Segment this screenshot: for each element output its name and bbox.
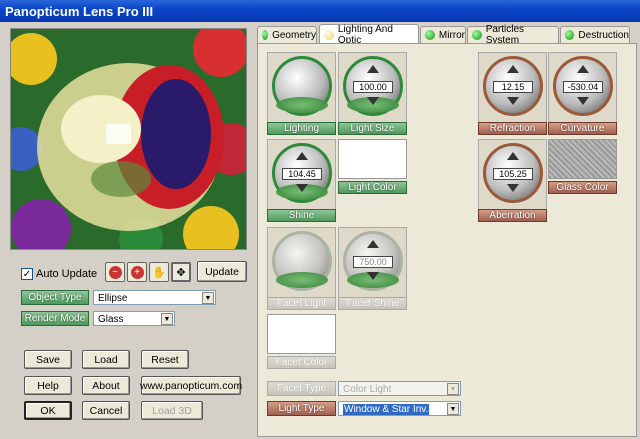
leaf-icon xyxy=(276,97,328,113)
arrow-down-icon[interactable] xyxy=(577,97,589,105)
facet-type-label: Facet Type xyxy=(267,381,336,396)
light-type-value: Window & Star Inv. xyxy=(343,404,430,415)
light-size-label: Light Size xyxy=(338,122,407,135)
leaf-icon xyxy=(276,272,328,288)
save-button[interactable]: Save xyxy=(24,350,72,369)
light-color-swatch[interactable] xyxy=(338,139,407,179)
shine-label: Shine xyxy=(267,209,336,222)
zoom-out-icon[interactable]: − xyxy=(105,262,125,282)
move-icon[interactable]: ✥ xyxy=(171,262,191,282)
light-color-label: Light Color xyxy=(338,181,407,194)
about-button[interactable]: About xyxy=(82,376,130,395)
arrow-up-icon[interactable] xyxy=(296,152,308,160)
facet-type-select: Color Light ▼ xyxy=(338,381,461,396)
refraction-value[interactable]: 12.15 xyxy=(493,81,533,93)
lighting-label: Lighting xyxy=(267,122,336,135)
status-dot-icon xyxy=(262,30,269,40)
arrow-down-icon[interactable] xyxy=(507,184,519,192)
reset-button[interactable]: Reset xyxy=(141,350,189,369)
shine-dial[interactable]: 104.45 xyxy=(267,139,336,217)
tab-label: Geometry xyxy=(272,29,316,41)
preview-image xyxy=(11,29,246,249)
auto-update-checkbox[interactable]: ✓ xyxy=(21,268,33,280)
aberration-dial[interactable]: 105.25 xyxy=(478,139,547,217)
chevron-down-icon: ▼ xyxy=(447,383,459,395)
object-type-label: Object Type xyxy=(21,290,89,305)
help-button[interactable]: Help xyxy=(24,376,72,395)
load-3d-button: Load 3D xyxy=(141,401,203,420)
tab-label: Destruction xyxy=(578,29,629,41)
arrow-down-icon xyxy=(367,272,379,280)
zoom-in-icon[interactable]: + xyxy=(127,262,147,282)
facet-shine-value: 750.00 xyxy=(353,256,393,268)
update-button[interactable]: Update xyxy=(197,261,247,282)
shine-value[interactable]: 104.45 xyxy=(282,168,322,180)
chevron-down-icon[interactable]: ▼ xyxy=(202,292,214,304)
tab-particles-system[interactable]: Particles System xyxy=(467,24,559,46)
render-mode-value: Glass xyxy=(98,314,124,325)
curvature-label: Curvature xyxy=(548,122,617,135)
facet-light-dial xyxy=(267,227,336,305)
arrow-down-icon[interactable] xyxy=(296,184,308,192)
status-dot-icon xyxy=(425,30,435,40)
curvature-value[interactable]: -530.04 xyxy=(563,81,603,93)
render-mode-select[interactable]: Glass ▼ xyxy=(93,311,175,326)
arrow-up-icon[interactable] xyxy=(507,152,519,160)
light-size-dial[interactable]: 100.00 xyxy=(338,52,407,130)
window-title: Panopticum Lens Pro III xyxy=(5,4,154,19)
render-mode-label: Render Mode xyxy=(21,311,89,326)
facet-type-value: Color Light xyxy=(343,384,392,395)
auto-update-label: Auto Update xyxy=(36,268,98,280)
facet-light-label: Facet Light xyxy=(267,297,336,310)
light-type-select[interactable]: Window & Star Inv. ▼ xyxy=(338,401,461,416)
status-dot-icon xyxy=(324,29,334,40)
website-button[interactable]: www.panopticum.com xyxy=(140,376,242,395)
tab-geometry[interactable]: Geometry xyxy=(257,26,317,43)
arrow-up-icon[interactable] xyxy=(507,65,519,73)
refraction-dial[interactable]: 12.15 xyxy=(478,52,547,130)
lens-preview[interactable] xyxy=(10,28,247,250)
checkmark-icon: ✓ xyxy=(22,268,32,280)
facet-color-swatch xyxy=(267,314,336,354)
hand-icon[interactable]: ✋ xyxy=(149,262,169,282)
status-dot-icon xyxy=(565,30,575,40)
arrow-down-icon[interactable] xyxy=(367,97,379,105)
facet-shine-label: Facet Shine xyxy=(338,297,407,310)
status-dot-icon xyxy=(472,30,482,40)
tab-mirror[interactable]: Mirror xyxy=(420,26,466,43)
arrow-up-icon xyxy=(367,240,379,248)
object-type-value: Ellipse xyxy=(98,293,128,304)
light-size-value[interactable]: 100.00 xyxy=(353,81,393,93)
arrow-up-icon[interactable] xyxy=(367,65,379,73)
lighting-dial[interactable] xyxy=(267,52,336,130)
facet-shine-dial: 750.00 xyxy=(338,227,407,305)
tab-destruction[interactable]: Destruction xyxy=(560,26,630,43)
chevron-down-icon[interactable]: ▼ xyxy=(447,403,459,415)
arrow-up-icon[interactable] xyxy=(577,65,589,73)
ok-button[interactable]: OK xyxy=(24,401,72,420)
cancel-button[interactable]: Cancel xyxy=(82,401,130,420)
tab-label: Mirror xyxy=(438,29,465,41)
curvature-dial[interactable]: -530.04 xyxy=(548,52,617,130)
load-button[interactable]: Load xyxy=(82,350,130,369)
tab-lighting-and-optic[interactable]: Lighting And Optic xyxy=(319,24,419,46)
aberration-value[interactable]: 105.25 xyxy=(493,168,533,180)
arrow-down-icon[interactable] xyxy=(507,97,519,105)
window-title-bar: Panopticum Lens Pro III xyxy=(0,0,640,22)
glass-color-swatch[interactable] xyxy=(548,139,617,179)
refraction-label: Refraction xyxy=(478,122,547,135)
glass-color-label: Glass Color xyxy=(548,181,617,194)
object-type-select[interactable]: Ellipse ▼ xyxy=(93,290,216,305)
chevron-down-icon[interactable]: ▼ xyxy=(161,313,173,325)
light-type-label: Light Type xyxy=(267,401,336,416)
aberration-label: Aberration xyxy=(478,209,547,222)
facet-color-label: Facet Color xyxy=(267,356,336,369)
